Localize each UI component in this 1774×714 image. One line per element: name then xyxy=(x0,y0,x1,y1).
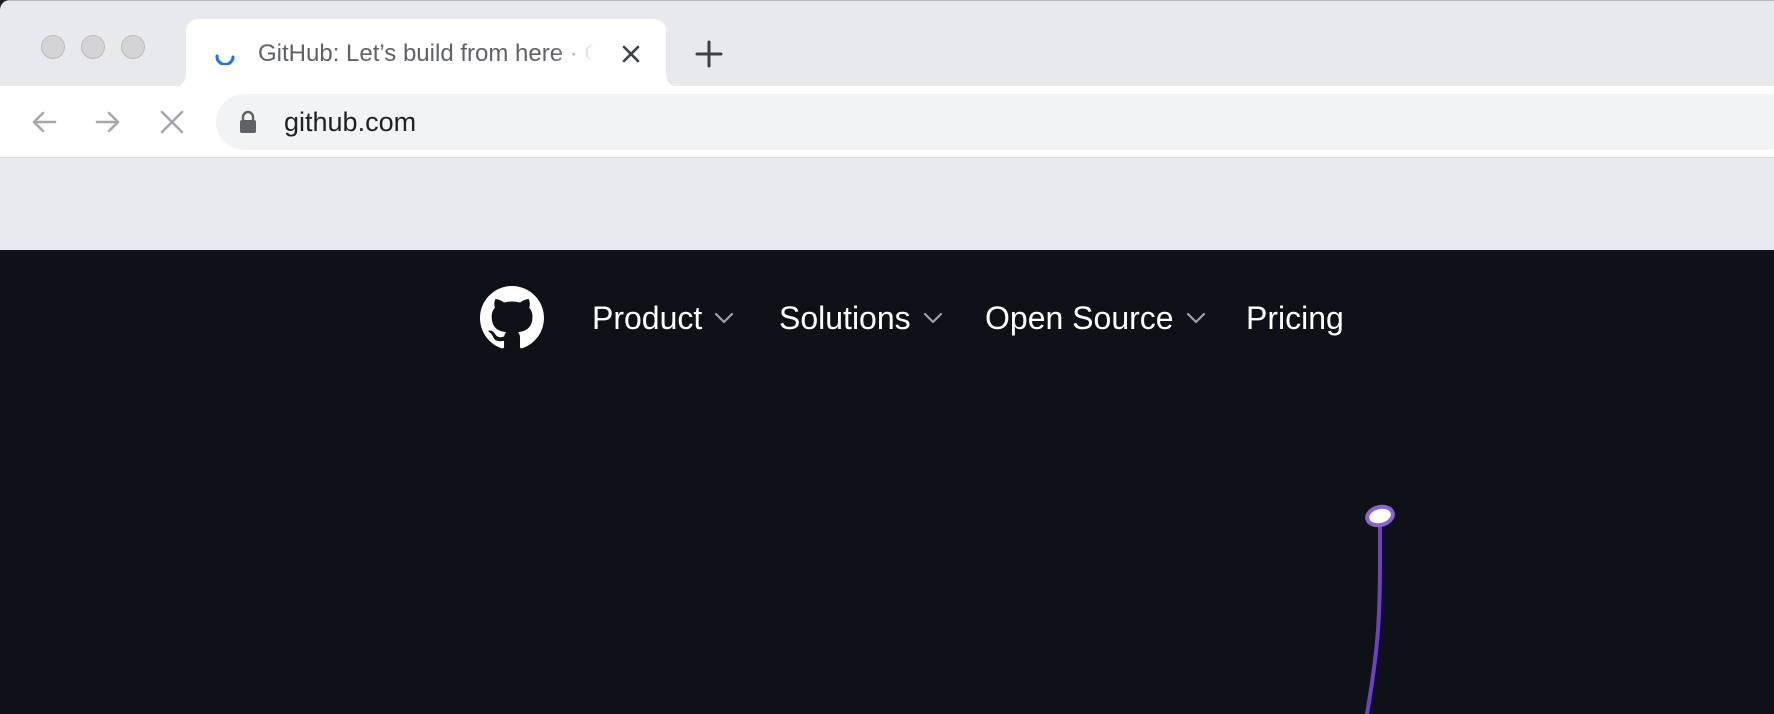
chevron-down-icon xyxy=(715,312,734,324)
lock-icon[interactable] xyxy=(238,110,258,134)
chevron-down-icon xyxy=(923,312,942,324)
plus-icon[interactable] xyxy=(694,39,724,69)
tab-strip: GitHub: Let’s build from here · GitHub xyxy=(0,0,1774,87)
page-loading-area xyxy=(0,158,1774,250)
nav-item-pricing[interactable]: Pricing xyxy=(1246,298,1344,338)
tab-github[interactable]: GitHub: Let’s build from here · GitHub xyxy=(186,19,666,87)
tab-close-icon[interactable] xyxy=(618,41,644,67)
github-page: Product Solutions Open Source Pricing xyxy=(0,250,1774,714)
arrow-left-icon[interactable] xyxy=(28,106,60,138)
address-bar[interactable]: github.com xyxy=(216,94,1774,150)
loading-spinner-icon xyxy=(215,54,235,65)
tab-title: GitHub: Let’s build from here · GitHub xyxy=(258,40,594,67)
arrow-right-icon[interactable] xyxy=(92,106,124,138)
browser-toolbar: github.com xyxy=(0,86,1774,158)
url-text: github.com xyxy=(284,107,417,137)
nav-item-label: Open Source xyxy=(985,300,1174,336)
minimize-traffic-light[interactable] xyxy=(81,35,105,59)
chevron-down-icon xyxy=(1186,312,1205,324)
hero-line-decoration xyxy=(1364,504,1395,714)
github-octocat-icon[interactable] xyxy=(480,286,544,350)
nav-item-label: Product xyxy=(592,300,703,336)
nav-item-label: Solutions xyxy=(779,300,911,336)
nav-item-solutions[interactable]: Solutions xyxy=(779,298,943,338)
close-traffic-light[interactable] xyxy=(41,35,65,59)
nav-item-open-source[interactable]: Open Source xyxy=(985,298,1206,338)
close-icon[interactable] xyxy=(156,106,188,138)
zoom-traffic-light[interactable] xyxy=(121,35,145,59)
browser-window: GitHub: Let’s build from here · GitHub g… xyxy=(0,0,1774,714)
nav-item-product[interactable]: Product xyxy=(592,298,734,338)
nav-item-label: Pricing xyxy=(1246,300,1344,336)
